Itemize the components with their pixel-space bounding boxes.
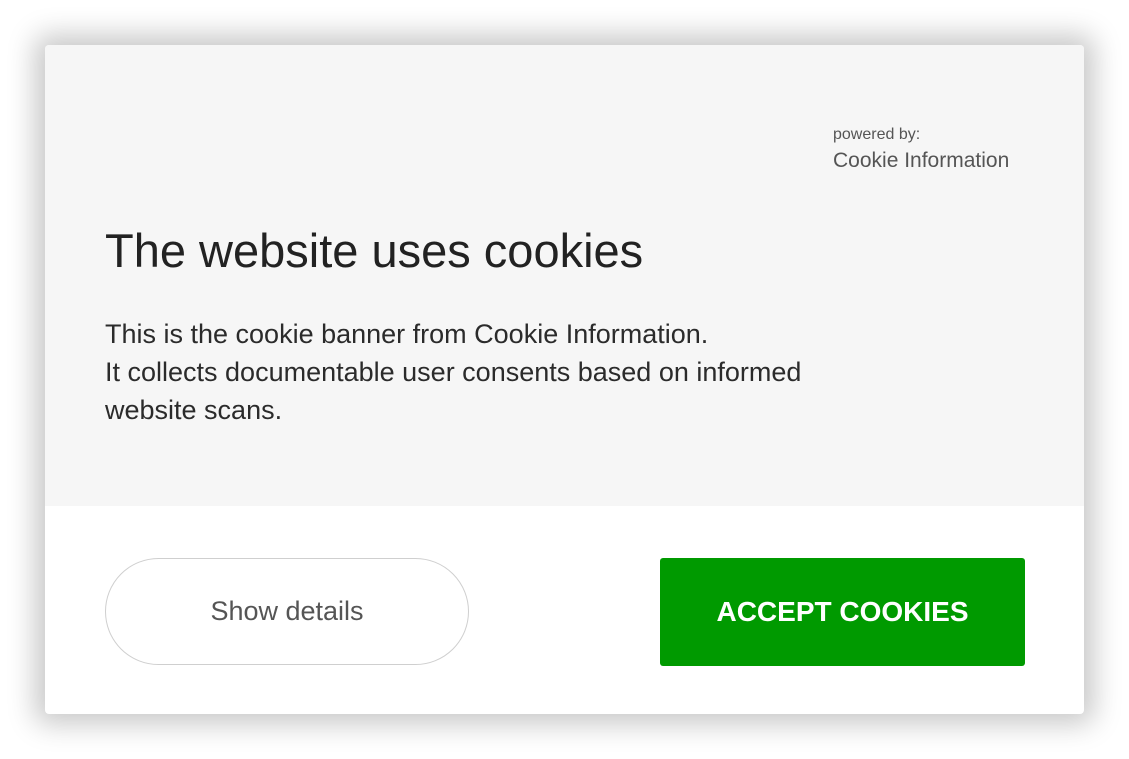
banner-title: The website uses cookies <box>105 224 644 277</box>
show-details-button[interactable]: Show details <box>105 558 469 665</box>
powered-by-brand: Cookie Information <box>833 149 1010 172</box>
description-line: This is the cookie banner from Cookie In… <box>105 319 709 349</box>
banner-info-section: powered by: Cookie Information The websi… <box>45 45 1084 506</box>
powered-by-label: powered by: <box>833 126 921 143</box>
cookie-banner: powered by: Cookie Information The websi… <box>45 45 1084 714</box>
accept-cookies-button[interactable]: ACCEPT COOKIES <box>660 558 1025 666</box>
powered-by: powered by: Cookie Information <box>833 125 1009 176</box>
banner-description: This is the cookie banner from Cookie In… <box>105 315 925 429</box>
description-line: website scans. <box>105 395 283 425</box>
description-line: It collects documentable user consents b… <box>105 357 802 387</box>
